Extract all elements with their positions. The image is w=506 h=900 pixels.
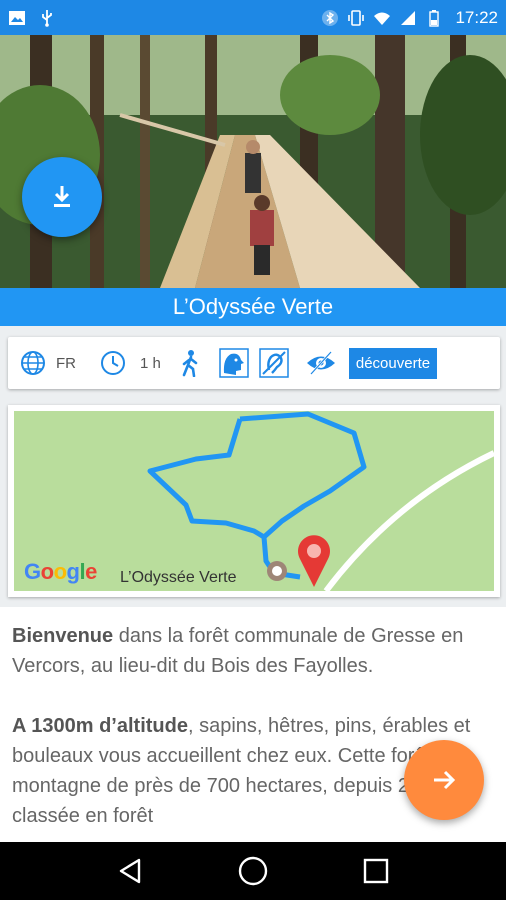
paragraph-intro: Bienvenue dans la forêt communale de Gre… (12, 625, 464, 677)
image-icon (9, 10, 25, 25)
signal-icon (401, 10, 416, 25)
download-icon (54, 186, 70, 207)
duration-label: 1 h (140, 354, 161, 372)
download-button[interactable] (22, 157, 102, 237)
mental-disability-icon (219, 348, 249, 378)
map-place-label: L’Odyssée Verte (120, 569, 237, 586)
walking-icon (179, 349, 201, 377)
home-icon[interactable] (236, 854, 270, 888)
next-button[interactable] (404, 740, 484, 820)
hearing-impaired-icon (259, 348, 289, 378)
hero-image (0, 35, 506, 288)
google-logo: Google (24, 559, 97, 584)
usb-icon (42, 9, 52, 27)
status-time: 17:22 (455, 7, 498, 27)
status-bar: 17:22 (0, 0, 506, 35)
app-screen: 17:22 L’Odyssée Verte FR 1 h découverte … (0, 0, 506, 900)
clock-icon (100, 350, 126, 376)
level-badge: découverte (348, 347, 438, 379)
map-card[interactable]: Google L’Odyssée Verte (8, 405, 500, 597)
battery-icon (429, 9, 440, 27)
info-card: FR 1 h découverte (8, 337, 500, 389)
system-nav-bar (0, 842, 506, 900)
visually-impaired-icon (305, 350, 337, 376)
wifi-icon (374, 12, 391, 25)
globe-icon (20, 350, 46, 376)
page-title: L’Odyssée Verte (0, 288, 506, 326)
language-label: FR (56, 354, 76, 372)
arrow-right-icon (434, 770, 456, 790)
vibrate-icon (348, 9, 365, 26)
back-icon[interactable] (115, 856, 145, 886)
recents-icon[interactable] (361, 856, 391, 886)
bluetooth-icon (322, 9, 339, 26)
route-map[interactable]: Google L’Odyssée Verte (14, 411, 494, 591)
